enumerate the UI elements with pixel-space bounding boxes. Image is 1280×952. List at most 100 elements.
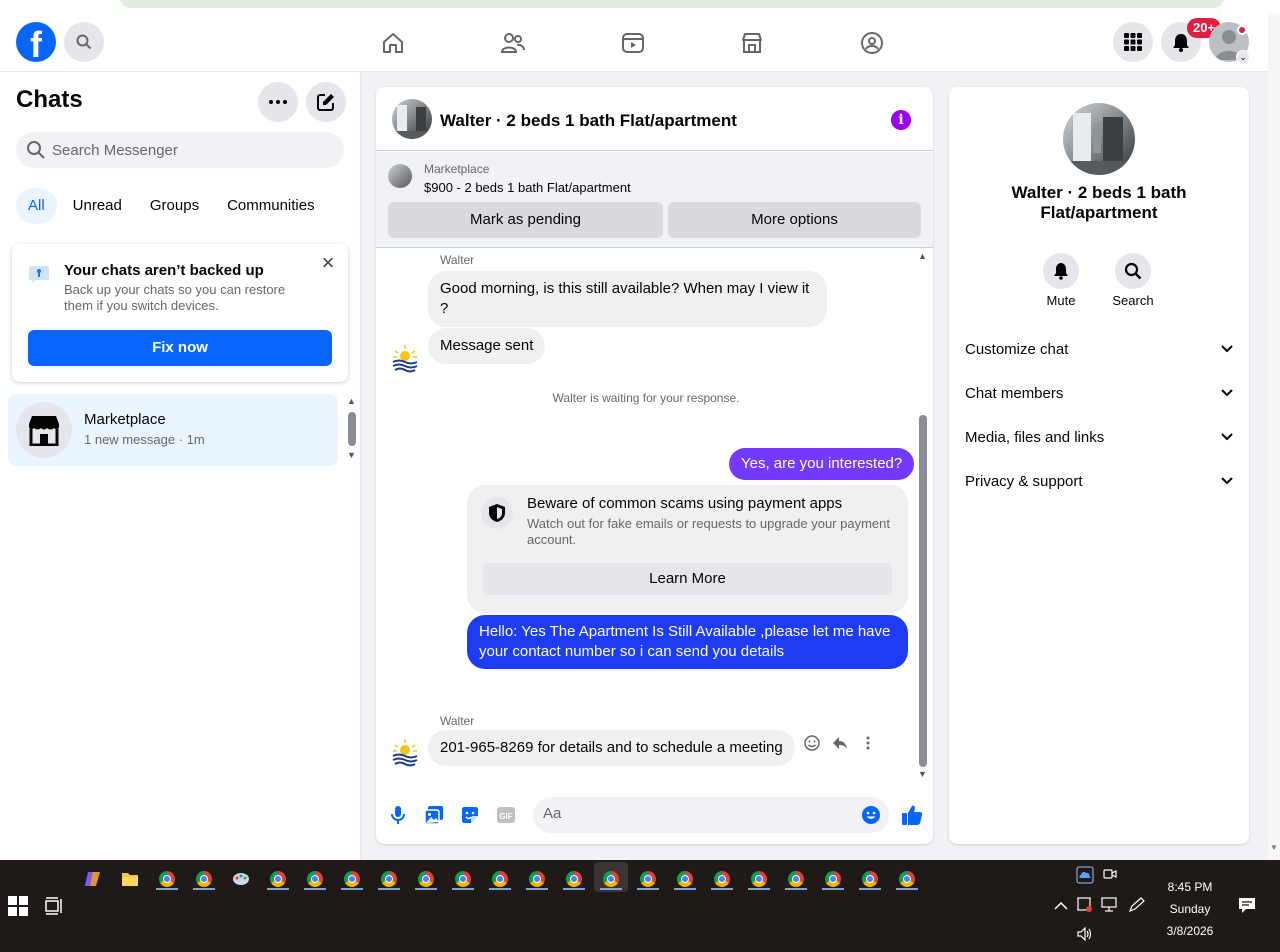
running-indicator [711, 888, 733, 890]
onedrive-icon[interactable] [1076, 866, 1094, 887]
outgoing-message-bubble[interactable]: Yes, are you interested? [729, 448, 915, 480]
compose-icon [317, 94, 334, 111]
page-scrollbar[interactable]: ▼ [1268, 14, 1280, 860]
scroll-down-arrow-icon[interactable]: ▼ [347, 450, 356, 460]
scam-warning-text: Watch out for fake emails or requests to… [527, 516, 890, 547]
running-indicator [415, 888, 437, 890]
message-bubble[interactable]: Good morning, is this still available? W… [428, 271, 827, 327]
chevron-up-icon[interactable] [1054, 898, 1068, 914]
chat-list-item[interactable]: Marketplace 1 new message · 1m [8, 394, 338, 466]
message-bubble[interactable]: Message sent [428, 328, 546, 364]
tab-all[interactable]: All [16, 188, 57, 224]
search-icon[interactable] [1115, 253, 1151, 289]
pen-icon[interactable] [1128, 897, 1146, 916]
react-smiley-icon[interactable] [804, 735, 820, 751]
running-indicator [600, 888, 622, 890]
file-explorer-icon[interactable] [117, 866, 143, 892]
speaker-icon[interactable] [1076, 926, 1094, 945]
scroll-down-arrow-icon[interactable]: ▼ [918, 769, 927, 779]
more-vertical-icon[interactable] [860, 735, 876, 751]
microphone-icon[interactable] [388, 805, 408, 825]
learn-more-button[interactable]: Learn More [483, 563, 892, 595]
tab-groups[interactable]: Groups [138, 188, 211, 224]
chats-title: Chats [16, 86, 83, 113]
privacy-support-section[interactable]: Privacy & support [965, 469, 1233, 493]
photo-icon[interactable] [424, 805, 444, 825]
scroll-thumb[interactable] [348, 412, 356, 446]
menu-button[interactable] [1113, 22, 1153, 62]
windows-start-icon[interactable] [8, 896, 28, 921]
network-icon[interactable] [1101, 897, 1119, 916]
chevron-down-icon [1221, 389, 1233, 397]
search-input[interactable] [52, 141, 332, 159]
message-bubble[interactable]: 201-965-8269 for details and to schedule… [428, 730, 795, 766]
thumbs-up-icon[interactable] [900, 803, 924, 827]
mark-as-pending-button[interactable]: Mark as pending [388, 202, 663, 238]
message-input-box[interactable] [533, 797, 889, 833]
running-indicator [526, 888, 548, 890]
address-bar[interactable] [120, 0, 1224, 8]
scroll-down-arrow-icon[interactable]: ▼ [1270, 843, 1278, 852]
groups-icon[interactable] [858, 29, 886, 57]
system-clock[interactable]: 8:45 PM Sunday 3/8/2026 [1150, 876, 1230, 942]
reply-icon[interactable] [832, 735, 848, 751]
profile-alert-dot [1237, 25, 1247, 35]
message-input[interactable] [543, 805, 843, 822]
outgoing-message-bubble[interactable]: Hello: Yes The Apartment Is Still Availa… [467, 615, 908, 669]
top-navigation: f 20+ ⌄ [0, 14, 1268, 72]
security-icon[interactable] [1076, 896, 1094, 917]
task-view-icon[interactable] [44, 896, 64, 921]
mute-label: Mute [1046, 293, 1076, 308]
more-options-button[interactable] [258, 82, 298, 122]
conversation-title[interactable]: Walter · 2 beds 1 bath Flat/apartment [440, 111, 737, 131]
windows-taskbar: 8:45 PM Sunday 3/8/2026 [0, 860, 1280, 952]
facebook-logo[interactable]: f [16, 22, 56, 62]
friends-icon[interactable] [499, 29, 527, 57]
search-icon [76, 34, 92, 50]
listing-source: Marketplace [424, 162, 490, 176]
gif-icon[interactable]: GIF [496, 805, 516, 825]
video-icon[interactable] [619, 29, 647, 57]
messenger-search[interactable] [16, 132, 344, 168]
media-files-links-section[interactable]: Media, files and links [965, 425, 1233, 449]
marketplace-avatar [16, 402, 72, 458]
sender-avatar[interactable] [390, 343, 420, 373]
conversation-avatar[interactable] [392, 99, 432, 139]
copilot-icon[interactable] [80, 866, 106, 892]
search-action[interactable]: Search [1103, 253, 1163, 308]
scroll-up-arrow-icon[interactable]: ▲ [347, 396, 356, 406]
marketplace-icon[interactable] [738, 29, 766, 57]
emoji-icon[interactable] [861, 805, 881, 825]
new-message-button[interactable] [306, 82, 346, 122]
chevron-down-icon[interactable]: ⌄ [1236, 50, 1250, 64]
scroll-thumb[interactable] [919, 415, 927, 767]
running-indicator [304, 888, 326, 890]
sender-avatar[interactable] [390, 737, 420, 767]
paint-app-icon[interactable] [228, 866, 254, 892]
details-avatar[interactable] [1063, 103, 1135, 175]
clock-day: Sunday [1169, 902, 1211, 916]
close-icon[interactable]: × [318, 252, 338, 274]
chat-list-scrollbar[interactable]: ▲ ▼ [346, 396, 358, 464]
bell-icon[interactable] [1043, 253, 1079, 289]
search-button[interactable] [64, 22, 104, 62]
thread-scrollbar[interactable]: ▲ ▼ [917, 251, 929, 781]
running-indicator [489, 888, 511, 890]
tab-unread[interactable]: Unread [61, 188, 134, 224]
listing-title[interactable]: $900 - 2 beds 1 bath Flat/apartment [424, 180, 631, 195]
tab-communities[interactable]: Communities [215, 188, 327, 224]
mute-action[interactable]: Mute [1031, 253, 1091, 308]
notification-center-icon[interactable] [1238, 896, 1256, 917]
sticker-icon[interactable] [460, 805, 480, 825]
chat-members-section[interactable]: Chat members [965, 381, 1233, 405]
running-indicator [859, 888, 881, 890]
customize-chat-section[interactable]: Customize chat [965, 337, 1233, 361]
home-icon[interactable] [379, 29, 407, 57]
listing-thumbnail[interactable] [388, 164, 412, 188]
more-options-button[interactable]: More options [668, 202, 921, 238]
conversation-panel: Walter · 2 beds 1 bath Flat/apartment i … [376, 87, 933, 844]
info-icon[interactable]: i [891, 110, 911, 130]
fix-now-button[interactable]: Fix now [28, 330, 332, 366]
meet-now-icon[interactable] [1102, 866, 1118, 885]
scroll-up-arrow-icon[interactable]: ▲ [918, 251, 927, 261]
